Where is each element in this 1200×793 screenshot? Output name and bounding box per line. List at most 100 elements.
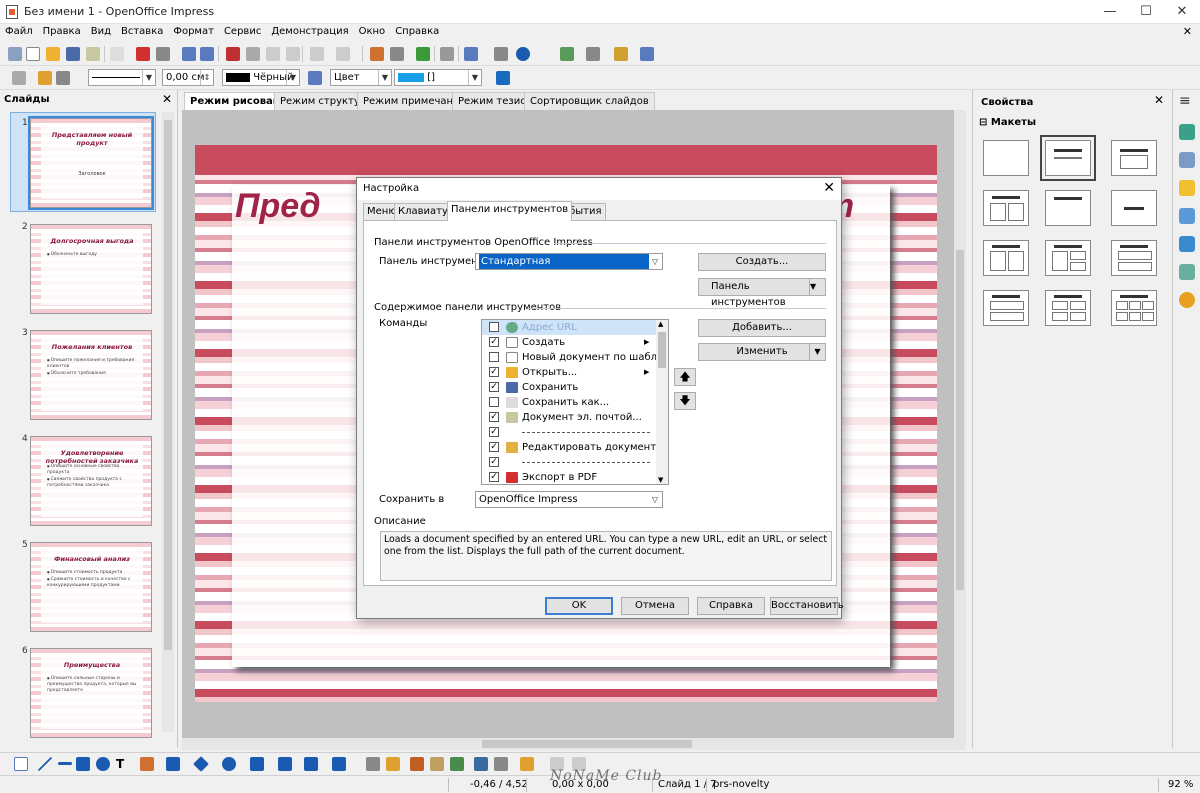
format-paintbrush-icon[interactable] [286,47,300,61]
callouts-icon[interactable] [304,757,318,771]
list-item-separator[interactable]: ✓ [482,455,656,470]
tab-toolbars[interactable]: Панели инструментов [447,201,573,221]
line-color-select[interactable]: Чёрный ▼ [222,69,300,86]
properties-close-icon[interactable]: ✕ [1154,93,1164,107]
grid-icon[interactable] [440,47,454,61]
select-arrow-icon[interactable] [14,757,28,771]
list-item[interactable]: ✓ Сохранить [482,380,656,395]
copy-icon[interactable] [246,47,260,61]
undo-icon[interactable] [310,47,324,61]
slide-icon[interactable] [560,47,574,61]
tab-slide-sorter[interactable]: Сортировщик слайдов [524,92,655,110]
area-color-select[interactable]: [] ▼ [394,69,482,86]
cancel-button[interactable]: Отмена [621,597,689,615]
menu-edit[interactable]: Правка [38,24,86,37]
ellipse-tool-icon[interactable] [96,757,110,771]
slide-design-icon[interactable] [614,47,628,61]
slideshow-icon[interactable] [640,47,654,61]
command-checkbox[interactable]: ✓ [489,427,499,437]
chart-icon[interactable] [370,47,384,61]
move-up-icon[interactable]: 🡅 [674,368,696,386]
toolbar-menu-button[interactable]: Панель инструментов ▼ [698,278,826,308]
area-icon[interactable] [308,71,322,85]
block-arrows-icon[interactable] [250,757,264,771]
list-item[interactable]: ✓ Экспорт в PDF [482,470,656,484]
menu-window[interactable]: Окно [354,24,391,37]
paste-icon[interactable] [266,47,280,61]
table-icon[interactable] [390,47,404,61]
toolbar-handle-icon[interactable] [8,47,22,61]
arrow-line-tool-icon[interactable] [58,762,72,765]
list-item[interactable]: Сохранить как... [482,395,656,410]
layout-title-4content-grid[interactable] [1045,290,1091,326]
area-style-select[interactable]: Цвет ▼ [330,69,392,86]
save-icon[interactable] [66,47,80,61]
new-document-icon[interactable] [26,47,40,61]
email-icon[interactable] [86,47,100,61]
slide-thumbnail-4[interactable]: Удовлетворение потребностей заказчика Оп… [30,436,152,526]
list-item[interactable]: Адрес URL [482,320,656,335]
slide-thumbnail-5[interactable]: Финансовый анализ Опишите стоимость прод… [30,542,152,632]
dialog-close-icon[interactable]: ✕ [823,180,835,196]
zoom-icon[interactable] [494,47,508,61]
menu-view[interactable]: Вид [86,24,116,37]
styles-deck-icon[interactable] [1179,236,1195,252]
rotate-icon[interactable] [474,757,488,771]
command-checkbox[interactable]: ✓ [489,457,499,467]
menu-file[interactable]: Файл [0,24,38,37]
line-ends-icon[interactable] [56,71,70,85]
layout-title-2content-2[interactable] [1045,240,1091,276]
layout-title-content[interactable] [1040,135,1096,181]
slide-transition-deck-icon[interactable] [1179,208,1195,224]
menu-slideshow[interactable]: Демонстрация [266,24,353,37]
redo-icon[interactable] [336,47,350,61]
layout-title-2content-1[interactable] [983,240,1029,276]
list-item[interactable]: Новый документ по шаблону [482,350,668,365]
toolbar-select[interactable]: Стандартная ▽ [475,253,663,270]
layout-two-content[interactable] [983,190,1029,226]
master-pages-deck-icon[interactable] [1179,152,1195,168]
layout-title-6content[interactable] [1111,290,1157,326]
basic-shapes-icon[interactable] [193,756,209,772]
command-checkbox[interactable] [489,352,499,362]
navigator-deck-icon[interactable] [1179,292,1195,308]
add-command-button[interactable]: Добавить... [698,319,826,337]
canvas-vertical-scrollbar[interactable] [954,110,966,738]
menu-format[interactable]: Формат [168,24,219,37]
canvas-horizontal-scrollbar[interactable] [182,738,966,750]
glue-points-icon[interactable] [386,757,400,771]
help-icon[interactable] [516,47,530,61]
layouts-section-title[interactable]: ⊟ Макеты [979,117,1036,128]
text-tool-icon[interactable]: T [116,757,130,771]
slide-title-text[interactable]: Пред [235,187,321,226]
arrow-style-icon[interactable] [38,71,52,85]
print-icon[interactable] [156,47,170,61]
flowchart-icon[interactable] [278,757,292,771]
sidebar-menu-icon[interactable]: ≡ [1179,94,1195,110]
command-checkbox[interactable]: ✓ [489,472,499,482]
gallery-deck-icon[interactable] [1179,264,1195,280]
list-item[interactable]: ✓ Открыть... ▶ [482,365,656,380]
shadow-icon[interactable] [496,71,510,85]
slides-pane-close-icon[interactable]: ✕ [162,92,172,106]
arrange-icon[interactable] [520,757,534,771]
gallery-icon[interactable] [450,757,464,771]
from-file-icon[interactable] [430,757,444,771]
spellcheck-icon[interactable] [182,47,196,61]
command-checkbox[interactable] [489,322,499,332]
line-style-select[interactable]: ▼ [88,69,156,86]
rectangle-tool-icon[interactable] [76,757,90,771]
menu-help[interactable]: Справка [390,24,444,37]
align-icon[interactable] [494,757,508,771]
command-checkbox[interactable]: ✓ [489,412,499,422]
ok-button[interactable]: OK [545,597,613,615]
maximize-button[interactable]: ☐ [1132,3,1160,21]
slide-thumbnail-1[interactable]: Представляем новый продукт Заголовок [28,116,154,210]
list-item[interactable]: ✓ Редактировать документ [482,440,656,455]
fontwork-icon[interactable] [410,757,424,771]
autospell-icon[interactable] [200,47,214,61]
slide-thumbnail-6[interactable]: Преимущества Опишите сильные стороны и п… [30,648,152,738]
line-width-input[interactable]: 0,00 см ⇕ [162,69,214,86]
move-down-icon[interactable]: 🡇 [674,392,696,410]
curve-tool-icon[interactable] [140,757,154,771]
